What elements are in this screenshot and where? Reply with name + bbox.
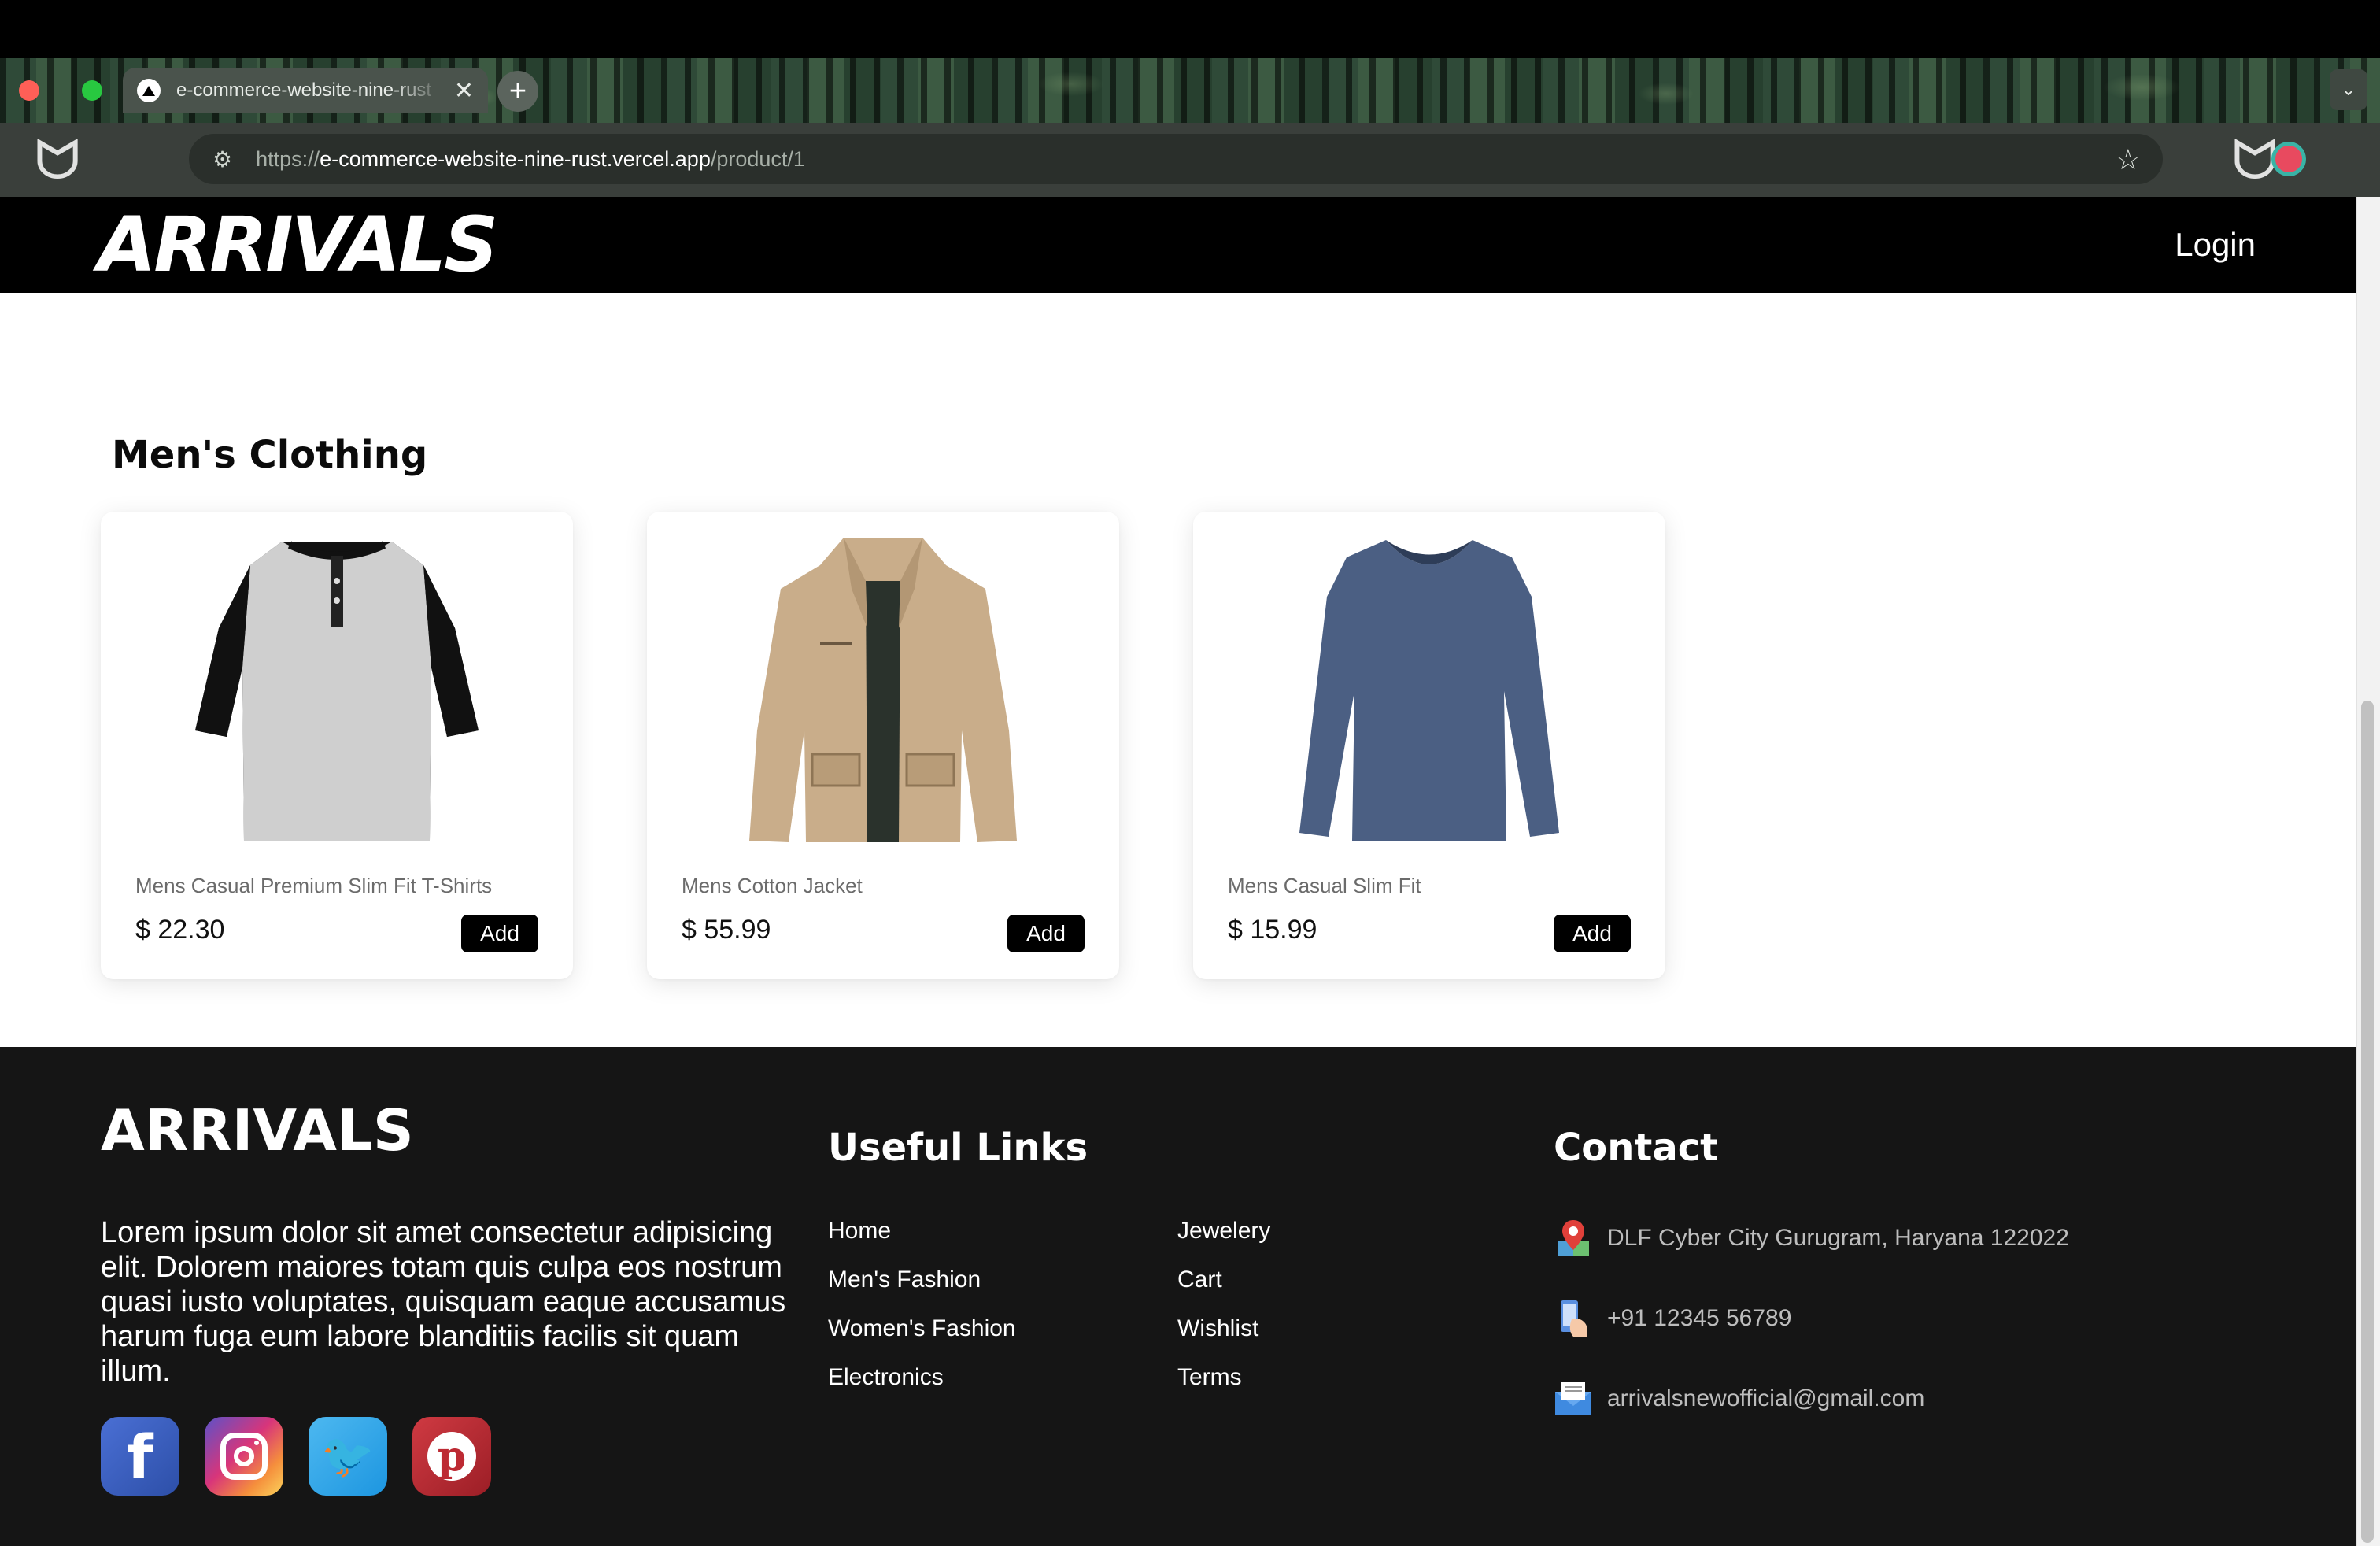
product-card[interactable]: Mens Casual Premium Slim Fit T-Shirts $ … <box>101 512 573 979</box>
footer-link-mens-fashion[interactable]: Men's Fashion <box>828 1267 1016 1293</box>
tab-search-menu-button[interactable]: ⌄ <box>2330 69 2367 110</box>
map-pin-icon <box>1554 1219 1593 1258</box>
contact-email-text[interactable]: arrivalsnewofficial@gmail.com <box>1607 1385 1924 1412</box>
login-link[interactable]: Login <box>2175 226 2256 264</box>
url-path: /product/1 <box>710 146 805 171</box>
product-price: $ 55.99 <box>682 915 771 945</box>
contact-phone-text[interactable]: +91 12345 56789 <box>1607 1305 1791 1332</box>
footer-link-wishlist[interactable]: Wishlist <box>1177 1316 1270 1341</box>
product-name[interactable]: Mens Casual Premium Slim Fit T-Shirts <box>135 874 492 898</box>
add-to-cart-button[interactable]: Add <box>461 915 538 952</box>
footer-brand: ARRIVALS <box>101 1097 414 1163</box>
address-bar[interactable]: ⚙ https://e-commerce-website-nine-rust.v… <box>189 134 2163 184</box>
add-to-cart-button[interactable]: Add <box>1554 915 1631 952</box>
pinterest-icon[interactable]: p <box>412 1417 491 1496</box>
useful-links-column-1: Home Men's Fashion Women's Fashion Elect… <box>828 1219 1016 1390</box>
site-header: ARRIVALS Login <box>0 197 2356 293</box>
theme-totoro-icon: ᗢ <box>34 129 81 190</box>
page-scrollbar-thumb[interactable] <box>2361 701 2374 1543</box>
screen-top-bar <box>0 0 2380 58</box>
khaki-cotton-jacket-image <box>749 538 1017 842</box>
useful-links-heading: Useful Links <box>828 1126 1088 1170</box>
add-to-cart-button[interactable]: Add <box>1007 915 1085 952</box>
profile-avatar-icon[interactable] <box>2271 142 2306 176</box>
email-icon <box>1554 1379 1593 1418</box>
product-card[interactable]: Mens Casual Slim Fit $ 15.99 Add <box>1193 512 1665 979</box>
site-settings-icon[interactable]: ⚙ <box>213 146 232 172</box>
footer-link-terms[interactable]: Terms <box>1177 1365 1270 1390</box>
contact-address-text: DLF Cyber City Gurugram, Haryana 122022 <box>1607 1225 2069 1251</box>
instagram-glyph <box>220 1433 268 1480</box>
facebook-icon[interactable]: f <box>101 1417 179 1496</box>
product-name[interactable]: Mens Casual Slim Fit <box>1228 874 1421 898</box>
product-price: $ 15.99 <box>1228 915 1318 945</box>
raglan-henley-shirt-image <box>195 541 479 841</box>
window-close-button[interactable] <box>19 80 39 101</box>
url-scheme: https:// <box>256 146 320 171</box>
footer-link-electronics[interactable]: Electronics <box>828 1365 1016 1390</box>
site-footer: ARRIVALS Lorem ipsum dolor sit amet cons… <box>0 1047 2356 1546</box>
twitter-icon[interactable]: 🐦 <box>309 1417 387 1496</box>
vercel-favicon-icon <box>137 79 161 102</box>
tab-close-icon[interactable]: ✕ <box>454 77 474 105</box>
footer-about-text: Lorem ipsum dolor sit amet consectetur a… <box>101 1216 786 1388</box>
new-tab-button[interactable]: + <box>497 71 538 112</box>
product-grid: Mens Casual Premium Slim Fit T-Shirts $ … <box>101 512 1665 979</box>
window-maximize-button[interactable] <box>82 80 102 101</box>
contact-email: arrivalsnewofficial@gmail.com <box>1554 1379 2069 1418</box>
blue-long-sleeve-tee-image <box>1299 540 1559 841</box>
footer-link-home[interactable]: Home <box>828 1219 1016 1244</box>
pinterest-glyph: p <box>427 1432 476 1481</box>
product-image[interactable] <box>1193 534 1665 849</box>
brand-logo[interactable]: ARRIVALS <box>98 207 498 283</box>
phone-icon <box>1554 1299 1593 1338</box>
footer-link-cart[interactable]: Cart <box>1177 1267 1270 1293</box>
contact-address: DLF Cyber City Gurugram, Haryana 122022 <box>1554 1219 2069 1258</box>
page-viewport: ARRIVALS Login Men's Clothing Mens Casua… <box>0 197 2356 1546</box>
contact-list: DLF Cyber City Gurugram, Haryana 122022 … <box>1554 1219 2069 1418</box>
social-links: f 🐦 p <box>101 1417 491 1496</box>
section-title: Men's Clothing <box>112 433 428 477</box>
tab-title: e-commerce-website-nine-rust <box>176 80 432 101</box>
footer-link-womens-fashion[interactable]: Women's Fashion <box>828 1316 1016 1341</box>
bookmark-star-icon[interactable]: ☆ <box>2116 143 2141 176</box>
footer-link-jewelery[interactable]: Jewelery <box>1177 1219 1270 1244</box>
contact-heading: Contact <box>1554 1126 1719 1170</box>
product-name[interactable]: Mens Cotton Jacket <box>682 874 863 898</box>
url-host: e-commerce-website-nine-rust.vercel.app <box>320 146 711 171</box>
contact-phone: +91 12345 56789 <box>1554 1299 2069 1338</box>
product-card[interactable]: Mens Cotton Jacket $ 55.99 Add <box>647 512 1119 979</box>
url-text[interactable]: https://e-commerce-website-nine-rust.ver… <box>256 147 805 172</box>
browser-tab-active[interactable]: e-commerce-website-nine-rust ✕ <box>123 68 488 113</box>
product-image[interactable] <box>647 534 1119 849</box>
useful-links-column-2: Jewelery Cart Wishlist Terms <box>1177 1219 1270 1390</box>
product-price: $ 22.30 <box>135 915 225 945</box>
product-image[interactable] <box>101 534 573 849</box>
instagram-icon[interactable] <box>205 1417 283 1496</box>
